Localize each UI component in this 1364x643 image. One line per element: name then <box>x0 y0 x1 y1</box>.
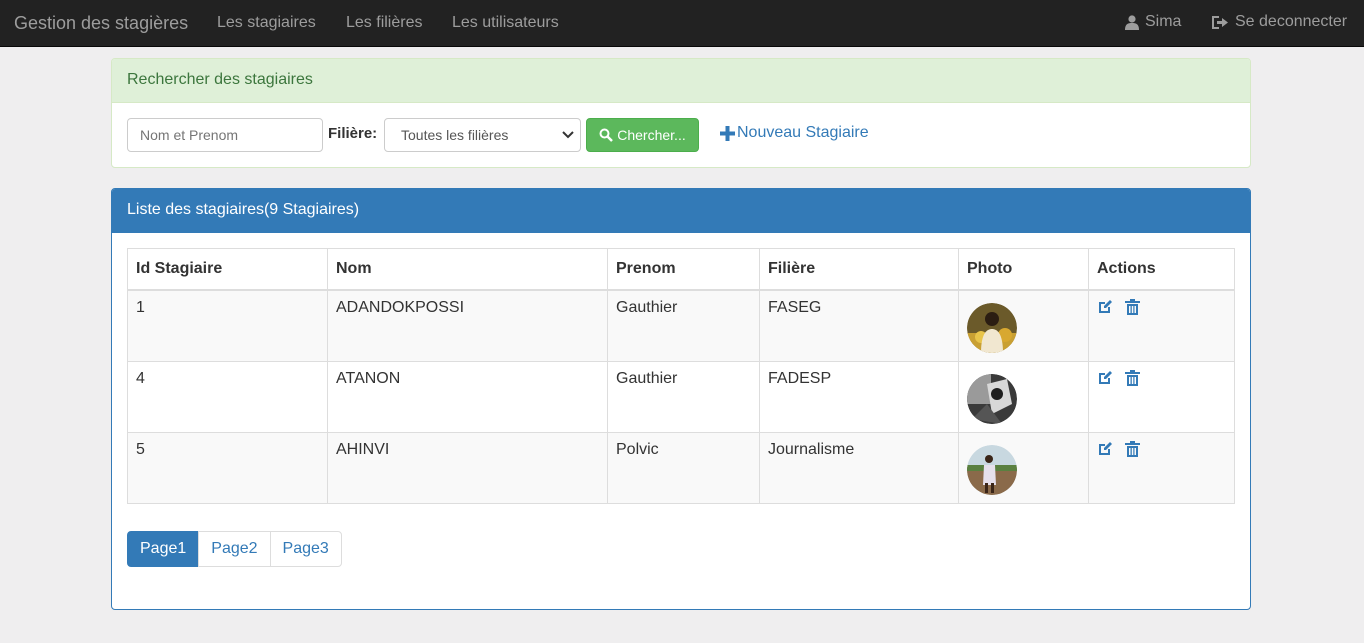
cell-photo <box>958 289 1089 362</box>
filiere-select-value: Toutes les filières <box>401 127 509 143</box>
new-stagiaire-link[interactable]: Nouveau Stagiaire <box>720 124 869 142</box>
col-header-prenom: Prenom <box>607 248 760 291</box>
list-panel-title: Liste des stagiaires(9 Stagiaires) <box>112 189 1250 233</box>
search-panel: Rechercher des stagiaires Filière: Toute… <box>111 58 1251 168</box>
search-icon <box>599 128 614 142</box>
cell-nom: ADANDOKPOSSI <box>327 289 608 362</box>
edit-icon[interactable] <box>1097 299 1113 315</box>
filiere-select[interactable]: Toutes les filières <box>384 118 581 152</box>
cell-prenom: Gauthier <box>607 360 760 433</box>
nav-link-filieres[interactable]: Les filières <box>346 14 422 32</box>
chevron-down-icon <box>562 131 574 139</box>
page-link-3[interactable]: Page3 <box>269 531 342 567</box>
cell-actions <box>1088 431 1235 504</box>
student-photo <box>967 373 1017 424</box>
pagination: Page1 Page2 Page3 <box>127 531 342 567</box>
new-stagiaire-label: Nouveau Stagiaire <box>737 124 869 141</box>
col-header-filiere: Filière <box>759 248 959 291</box>
col-header-actions: Actions <box>1088 248 1235 291</box>
student-photo <box>967 444 1017 495</box>
navbar-brand[interactable]: Gestion des stagières <box>14 13 188 34</box>
cell-prenom: Polvic <box>607 431 760 504</box>
stagiaires-table-wrapper: Id Stagiaire Nom Prenom Filière Photo Ac… <box>127 248 1235 504</box>
cell-actions <box>1088 360 1235 433</box>
nav-user-name: Sima <box>1145 13 1182 30</box>
logout-icon <box>1212 15 1228 29</box>
trash-icon[interactable] <box>1125 298 1140 315</box>
cell-prenom: Gauthier <box>607 289 760 362</box>
table-row: 4 ATANON Gauthier FADESP <box>127 360 1235 433</box>
user-icon <box>1125 14 1139 30</box>
cell-filiere: Journalisme <box>759 431 959 504</box>
col-header-id: Id Stagiaire <box>127 248 328 291</box>
cell-nom: AHINVI <box>327 431 608 504</box>
cell-photo <box>958 431 1089 504</box>
cell-filiere: FASEG <box>759 289 959 362</box>
page-link-2[interactable]: Page2 <box>198 531 271 567</box>
edit-icon[interactable] <box>1097 441 1113 457</box>
search-button[interactable]: Chercher... <box>586 118 699 152</box>
student-photo <box>967 302 1017 353</box>
table-row: 5 AHINVI Polvic Journalisme <box>127 431 1235 504</box>
cell-photo <box>958 360 1089 433</box>
nav-user[interactable]: Sima <box>1125 13 1181 31</box>
cell-actions <box>1088 289 1235 362</box>
stagiaires-table: Id Stagiaire Nom Prenom Filière Photo Ac… <box>127 248 1235 504</box>
logout-link[interactable]: Se deconnecter <box>1211 13 1347 31</box>
col-header-photo: Photo <box>958 248 1089 291</box>
table-row: 1 ADANDOKPOSSI Gauthier FASEG <box>127 289 1235 362</box>
cell-filiere: FADESP <box>759 360 959 433</box>
trash-icon[interactable] <box>1125 440 1140 457</box>
col-header-nom: Nom <box>327 248 608 291</box>
nav-link-stagiaires[interactable]: Les stagiaires <box>217 14 316 32</box>
filiere-label: Filière: <box>328 125 378 142</box>
search-input[interactable] <box>127 118 323 152</box>
edit-icon[interactable] <box>1097 370 1113 386</box>
top-navbar: Gestion des stagières Les stagiaires Les… <box>0 0 1364 47</box>
cell-id: 4 <box>127 360 328 433</box>
plus-icon <box>720 125 735 141</box>
cell-id: 5 <box>127 431 328 504</box>
logout-label: Se deconnecter <box>1235 13 1348 30</box>
search-button-label: Chercher... <box>617 127 686 143</box>
trash-icon[interactable] <box>1125 369 1140 386</box>
page-link-1[interactable]: Page1 <box>127 531 200 567</box>
cell-id: 1 <box>127 289 328 362</box>
cell-nom: ATANON <box>327 360 608 433</box>
search-panel-title: Rechercher des stagiaires <box>112 59 1250 103</box>
nav-link-utilisateurs[interactable]: Les utilisateurs <box>452 14 559 32</box>
table-header-row: Id Stagiaire Nom Prenom Filière Photo Ac… <box>127 248 1235 291</box>
list-panel: Liste des stagiaires(9 Stagiaires) Id St… <box>111 188 1251 610</box>
